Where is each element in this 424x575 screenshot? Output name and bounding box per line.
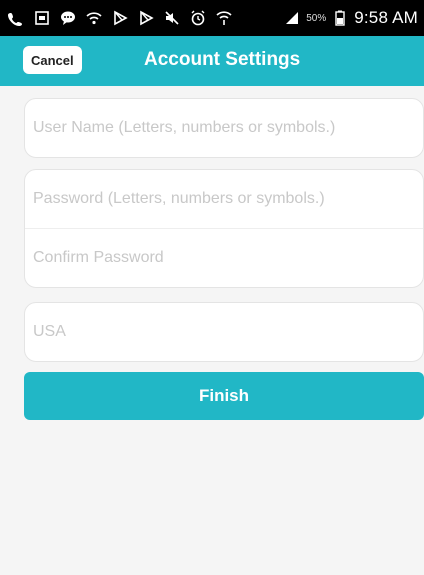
password-card [24, 169, 424, 288]
cell-signal-icon [284, 10, 300, 26]
battery-icon [332, 10, 348, 26]
play-store-icon [112, 10, 128, 26]
username-card [24, 98, 424, 158]
country-field[interactable] [25, 303, 423, 361]
call-forward-icon [8, 10, 24, 26]
finish-button[interactable]: Finish [24, 372, 424, 420]
password-field[interactable] [25, 170, 423, 228]
alarm-icon [190, 10, 206, 26]
username-field[interactable] [25, 99, 423, 157]
app-bar: Cancel Account Settings [0, 36, 424, 86]
country-card [24, 302, 424, 362]
chat-icon [60, 10, 76, 26]
status-icons-right: 50% 9:58 AM [284, 8, 418, 28]
play-store-icon [138, 10, 154, 26]
image-icon [34, 10, 50, 26]
page-title: Account Settings [144, 49, 301, 70]
status-bar: 50% 9:58 AM [0, 0, 424, 36]
mute-icon [164, 10, 180, 26]
status-time: 9:58 AM [354, 8, 418, 27]
wifi-icon [86, 10, 102, 26]
wifi-signal-icon [216, 10, 232, 26]
confirm-password-field[interactable] [25, 229, 423, 287]
cancel-button[interactable]: Cancel [23, 46, 82, 74]
status-icons-left [8, 10, 232, 26]
battery-percent: 50% [306, 12, 327, 24]
